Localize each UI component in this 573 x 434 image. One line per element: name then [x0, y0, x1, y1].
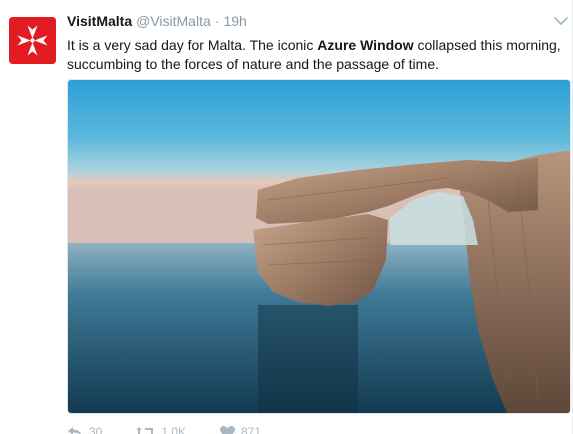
like-count: 871	[241, 425, 262, 434]
tweet-header: VisitMalta @VisitMalta · 19h	[67, 13, 247, 33]
tweet-text-bold: Azure Window	[317, 37, 414, 53]
heart-icon	[220, 425, 236, 434]
tweet-timestamp[interactable]: 19h	[223, 13, 246, 29]
tweet: VisitMalta @VisitMalta · 19h It is a ver…	[0, 0, 573, 434]
maltese-cross-icon	[9, 17, 56, 64]
retweet-icon	[136, 427, 156, 434]
tweet-media-photo[interactable]	[67, 79, 571, 414]
reply-count: 30	[89, 425, 103, 434]
chevron-down-icon[interactable]	[553, 14, 569, 28]
author-handle[interactable]: @VisitMalta	[136, 13, 211, 29]
retweet-count: 1.0K	[161, 425, 187, 434]
tweet-text-part: It is a very sad day for Malta. The icon…	[67, 37, 318, 53]
reply-button[interactable]: 30	[67, 425, 102, 434]
reply-icon	[68, 427, 81, 434]
like-button[interactable]: 871	[220, 425, 261, 434]
avatar[interactable]	[9, 17, 56, 64]
tweet-actions: 30 1.0K 871	[67, 425, 295, 434]
author-name[interactable]: VisitMalta	[67, 13, 132, 29]
tweet-text: It is a very sad day for Malta. The icon…	[67, 36, 567, 74]
separator-dot: ·	[214, 13, 220, 29]
retweet-button[interactable]: 1.0K	[136, 425, 186, 434]
